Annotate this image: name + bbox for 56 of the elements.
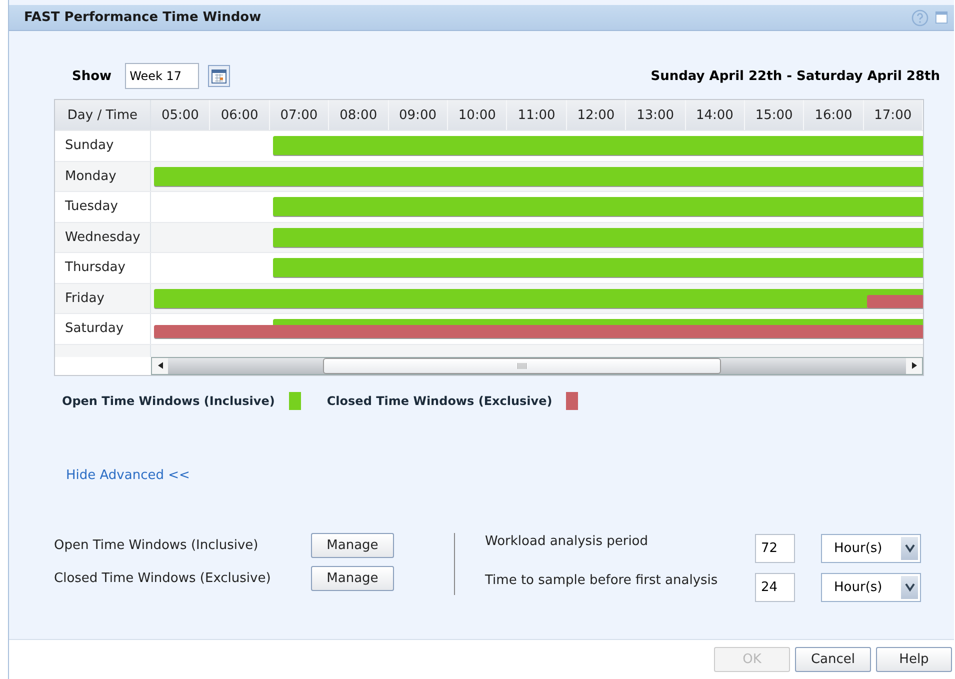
closed-window-segment[interactable] [864,288,924,308]
chevron-down-icon[interactable] [904,543,914,553]
setting-label: Time to sample before first analysis [485,572,719,588]
cancel-button[interactable]: Cancel [795,647,871,672]
setting-label: Workload analysis period [485,534,650,548]
day-label: Monday [55,162,151,191]
window-title: FAST Performance Time Window [24,10,262,25]
scroll-right-icon[interactable] [906,358,922,374]
chevron-down-icon[interactable] [904,582,914,592]
open-window-segment[interactable] [864,166,924,186]
open-window-segment[interactable] [151,288,210,308]
column-header: 09:00 [388,100,448,130]
maximize-icon[interactable] [935,11,948,24]
scroll-thumb[interactable] [322,358,722,374]
open-window-segment[interactable] [864,136,924,156]
column-header: 11:00 [507,100,567,130]
open-window-segment[interactable] [151,166,210,186]
closed-window-segment[interactable] [270,319,330,339]
day-label: Friday [55,284,151,313]
open-window-segment[interactable] [804,288,864,308]
date-range: Sunday April 22th - Saturday April 28th [650,68,940,84]
horizontal-scrollbar[interactable] [151,356,923,374]
day-label: Wednesday [55,222,151,252]
unit-dropdown[interactable]: Hour(s) [821,534,921,562]
number-field[interactable]: 72 [755,534,795,562]
column-header: 07:00 [270,100,330,130]
setting-label: Open Time Windows (Inclusive) [54,538,260,553]
help-icon[interactable] [911,8,929,26]
column-header: 17:00 [864,100,924,130]
calendar-button[interactable] [208,65,230,87]
column-header: 15:00 [744,100,804,130]
hide-advanced-link[interactable]: Hide Advanced << [66,468,190,482]
column-header: 13:00 [626,100,686,130]
column-header: 06:00 [210,100,270,130]
column-header: 12:00 [566,100,626,130]
legend-label: Open Time Windows (Inclusive) [62,394,275,408]
number-field[interactable]: 24 [755,572,795,602]
legend-label: Closed Time Windows (Exclusive) [326,394,552,408]
manage-button[interactable]: Manage [311,566,394,591]
closed-window-segment[interactable] [864,319,924,339]
open-window-segment[interactable] [864,228,924,248]
unit-dropdown[interactable]: Hour(s) [821,572,921,602]
open-window-segment[interactable] [864,258,924,278]
week-field[interactable]: Week 17 [124,63,199,89]
setting-label: Closed Time Windows (Exclusive) [54,571,272,586]
column-header: 16:00 [804,100,864,130]
column-header: Day / Time [55,100,151,130]
column-header: 14:00 [686,100,745,130]
manage-button[interactable]: Manage [311,533,394,558]
show-label: Show [72,68,112,84]
scroll-left-icon[interactable] [152,358,168,374]
open-window-segment[interactable] [864,197,924,217]
column-header: 08:00 [329,100,389,130]
column-header: 05:00 [151,100,210,130]
help-button[interactable]: Help [876,647,952,672]
column-header: 10:00 [448,100,508,130]
